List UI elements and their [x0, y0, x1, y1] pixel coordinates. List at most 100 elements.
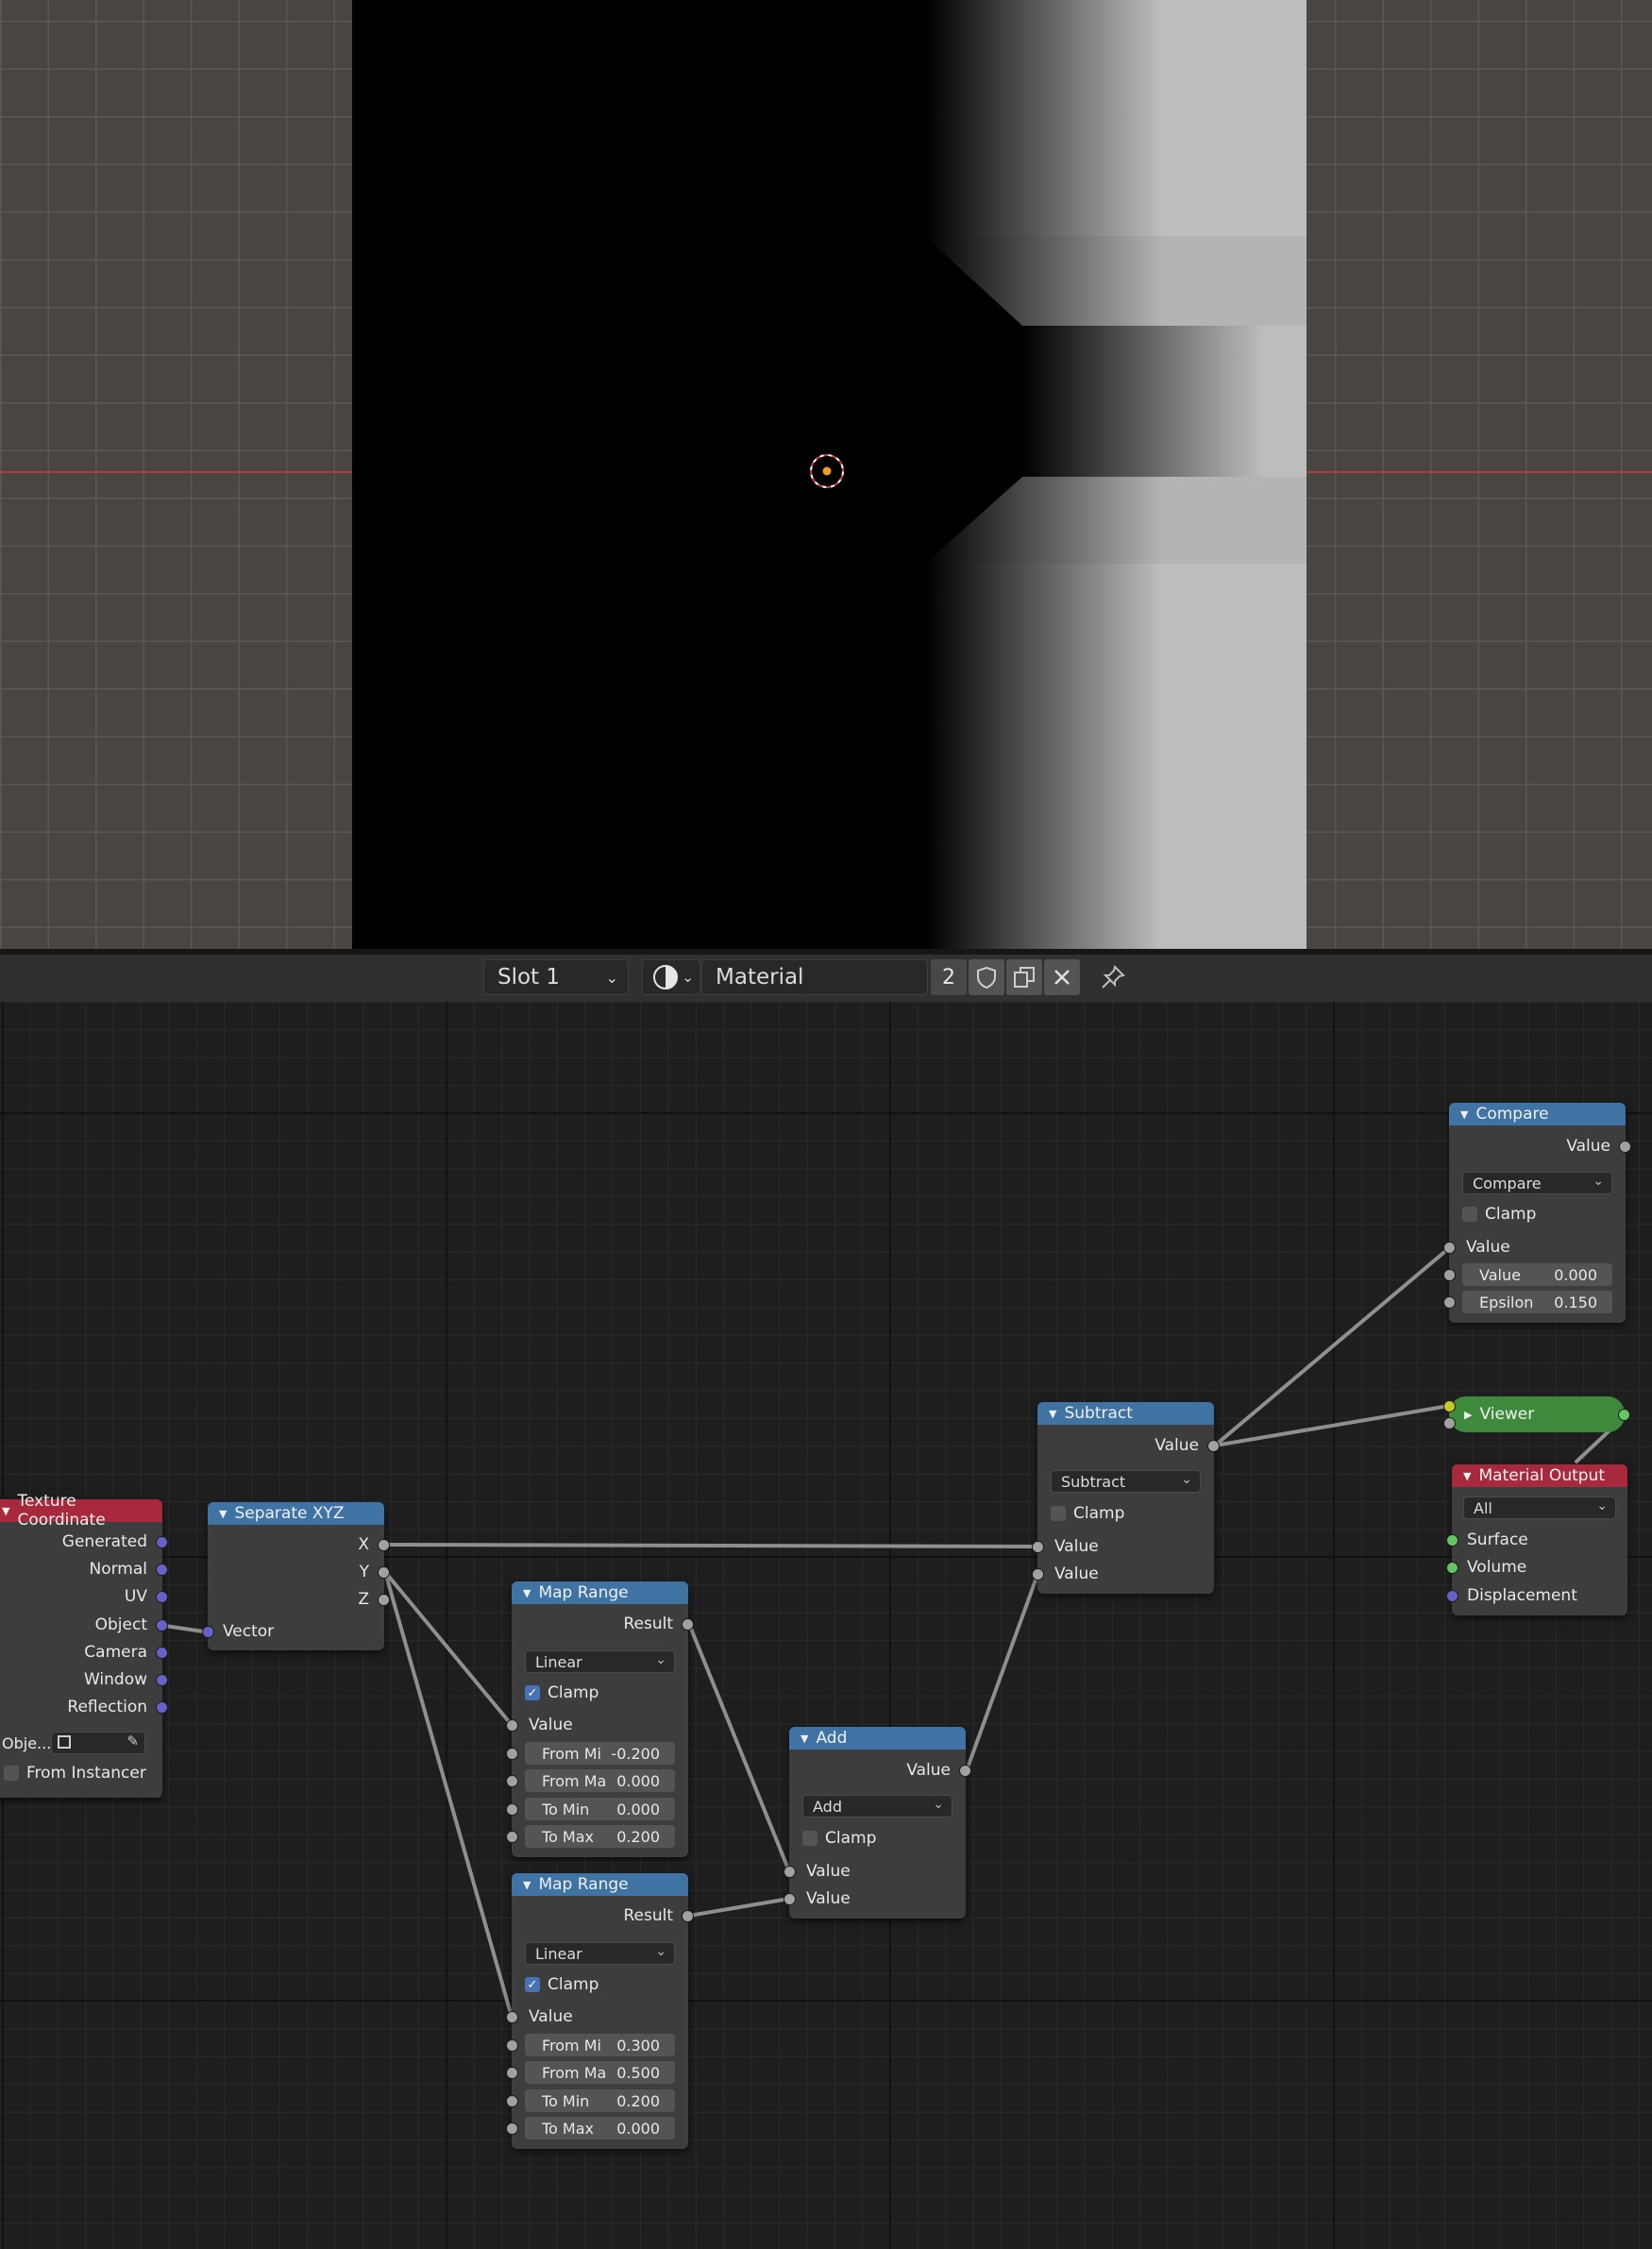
- socket-uv[interactable]: [156, 1590, 168, 1603]
- socket-x[interactable]: [378, 1538, 390, 1551]
- socket-value-in[interactable]: [1443, 1241, 1456, 1254]
- collapse-icon[interactable]: ▼: [523, 1879, 531, 1891]
- socket-value-in-1[interactable]: [1032, 1540, 1044, 1553]
- from-min-field[interactable]: From Mi -0.200: [506, 1742, 675, 1765]
- socket-compare-value[interactable]: [1443, 1269, 1456, 1281]
- expand-icon[interactable]: ▶: [1464, 1409, 1472, 1421]
- socket-vector[interactable]: [202, 1625, 214, 1638]
- collapse-icon[interactable]: ▼: [1460, 1108, 1468, 1121]
- to-min-field[interactable]: To Min 0.000: [506, 1798, 675, 1820]
- operation-dropdown[interactable]: Subtract ⌄: [1051, 1470, 1201, 1493]
- socket-to-max[interactable]: [506, 2122, 518, 2135]
- operation-dropdown[interactable]: Compare ⌄: [1462, 1172, 1612, 1194]
- slot-dropdown[interactable]: Slot 1 ⌄: [483, 959, 629, 995]
- socket-value-out[interactable]: [959, 1764, 971, 1777]
- fake-user-button[interactable]: [969, 959, 1004, 995]
- checkbox-box[interactable]: [4, 1766, 19, 1781]
- socket-object[interactable]: [156, 1618, 168, 1632]
- socket-reflection[interactable]: [156, 1700, 168, 1714]
- compare-node[interactable]: ▼ Compare Value Compare ⌄ Clamp Value Valu…: [1443, 1103, 1631, 1323]
- clamp-checkbox[interactable]: Clamp: [802, 1827, 876, 1850]
- object-picker[interactable]: ✎: [51, 1732, 145, 1754]
- unlink-button[interactable]: [1044, 959, 1080, 995]
- origin-icon[interactable]: [810, 454, 844, 488]
- socket-value-out[interactable]: [1619, 1140, 1631, 1153]
- node-header[interactable]: ▼ Add: [789, 1727, 966, 1750]
- checkbox-box[interactable]: [802, 1831, 818, 1846]
- target-dropdown[interactable]: All ⌄: [1463, 1497, 1616, 1519]
- socket-from-max[interactable]: [506, 2067, 518, 2079]
- socket-from-max[interactable]: [506, 1775, 518, 1787]
- socket-value-in-2[interactable]: [1032, 1567, 1044, 1581]
- interpolation-dropdown[interactable]: Linear ⌄: [525, 1650, 675, 1673]
- to-min-field[interactable]: To Min 0.200: [506, 2089, 675, 2112]
- clamp-checkbox[interactable]: ✓ Clamp: [525, 1682, 598, 1704]
- subtract-node[interactable]: ▼ Subtract Value Subtract ⌄ Clamp Value Va…: [1032, 1402, 1220, 1594]
- node-header[interactable]: ▼ Subtract: [1037, 1402, 1214, 1425]
- 3d-viewport[interactable]: [0, 0, 1652, 949]
- node-header[interactable]: ▼ Map Range: [512, 1873, 688, 1896]
- socket-value-in-1[interactable]: [784, 1865, 796, 1878]
- checkbox-box[interactable]: ✓: [525, 1977, 540, 1992]
- from-instancer-checkbox[interactable]: From Instancer: [4, 1762, 146, 1784]
- node-header[interactable]: ▼ Separate XYZ: [208, 1502, 384, 1525]
- eyedropper-icon[interactable]: ✎: [126, 1733, 139, 1750]
- node-header[interactable]: ▼ Material Output: [1452, 1464, 1627, 1487]
- socket-window[interactable]: [156, 1673, 168, 1686]
- from-max-field[interactable]: From Ma 0.000: [506, 1769, 675, 1792]
- interpolation-dropdown[interactable]: Linear ⌄: [525, 1942, 675, 1965]
- socket-generated[interactable]: [156, 1535, 168, 1548]
- collapse-icon[interactable]: ▼: [219, 1508, 227, 1520]
- socket-to-min[interactable]: [506, 2095, 518, 2107]
- compare-value-field[interactable]: Value 0.000: [1443, 1263, 1612, 1286]
- socket-viewer-geometry[interactable]: [1443, 1400, 1456, 1412]
- material-name-field[interactable]: Material: [701, 959, 928, 995]
- socket-camera[interactable]: [156, 1646, 168, 1659]
- clamp-checkbox[interactable]: ✓ Clamp: [525, 1973, 598, 1996]
- collapse-icon[interactable]: ▼: [801, 1733, 808, 1745]
- to-max-field[interactable]: To Max 0.000: [506, 2117, 675, 2139]
- socket-from-min[interactable]: [506, 2039, 518, 2052]
- material-output-node[interactable]: ▼ Material Output All ⌄ Surface Volume Dis…: [1446, 1464, 1627, 1615]
- socket-value[interactable]: [506, 1718, 518, 1732]
- socket-epsilon[interactable]: [1443, 1296, 1456, 1309]
- socket-viewer-out[interactable]: [1618, 1409, 1630, 1421]
- socket-volume[interactable]: [1446, 1561, 1458, 1574]
- clamp-checkbox[interactable]: Clamp: [1462, 1203, 1536, 1226]
- socket-to-min[interactable]: [506, 1803, 518, 1816]
- to-max-field[interactable]: To Max 0.200: [506, 1825, 675, 1848]
- viewer-node[interactable]: ▶ Viewer: [1443, 1396, 1630, 1432]
- from-min-field[interactable]: From Mi 0.300: [506, 2034, 675, 2056]
- socket-normal[interactable]: [156, 1563, 168, 1576]
- socket-surface[interactable]: [1446, 1533, 1458, 1547]
- checkbox-box[interactable]: [1462, 1207, 1477, 1222]
- clamp-checkbox[interactable]: Clamp: [1051, 1502, 1124, 1525]
- socket-z[interactable]: [378, 1593, 390, 1606]
- operation-dropdown[interactable]: Add ⌄: [802, 1795, 952, 1818]
- map-range-node-2[interactable]: ▼ Map Range Result Linear ⌄ ✓ Clamp Value F…: [506, 1873, 694, 2149]
- checkbox-box[interactable]: [1051, 1506, 1066, 1521]
- collapse-icon[interactable]: ▼: [1049, 1408, 1056, 1420]
- socket-y[interactable]: [378, 1565, 390, 1579]
- socket-result[interactable]: [682, 1909, 694, 1922]
- node-header[interactable]: ▼ Texture Coordinate: [0, 1492, 162, 1530]
- socket-from-min[interactable]: [506, 1748, 518, 1760]
- add-node[interactable]: ▼ Add Value Add ⌄ Clamp Value Value: [784, 1727, 971, 1919]
- node-header[interactable]: ▼ Compare: [1449, 1103, 1626, 1125]
- texture-coordinate-node[interactable]: ▼ Texture Coordinate Generated Normal UV …: [0, 1492, 168, 1798]
- socket-value[interactable]: [506, 2010, 518, 2023]
- node-header[interactable]: ▼ Map Range: [512, 1581, 688, 1604]
- user-count-button[interactable]: 2: [931, 959, 967, 995]
- socket-displacement[interactable]: [1446, 1589, 1458, 1602]
- socket-value-out[interactable]: [1207, 1439, 1220, 1452]
- separate-xyz-node[interactable]: ▼ Separate XYZ X Y Z Vector: [202, 1502, 390, 1650]
- socket-to-max[interactable]: [506, 1831, 518, 1843]
- socket-result[interactable]: [682, 1617, 694, 1631]
- collapse-icon[interactable]: ▼: [523, 1587, 531, 1599]
- collapse-icon[interactable]: ▼: [1463, 1470, 1471, 1482]
- pin-button[interactable]: [1095, 959, 1131, 995]
- map-range-node-1[interactable]: ▼ Map Range Result Linear ⌄ ✓ Clamp Value F…: [506, 1581, 694, 1857]
- material-browse-button[interactable]: ⌄: [642, 959, 700, 995]
- checkbox-box[interactable]: ✓: [525, 1685, 540, 1700]
- collapse-icon[interactable]: ▼: [2, 1505, 9, 1517]
